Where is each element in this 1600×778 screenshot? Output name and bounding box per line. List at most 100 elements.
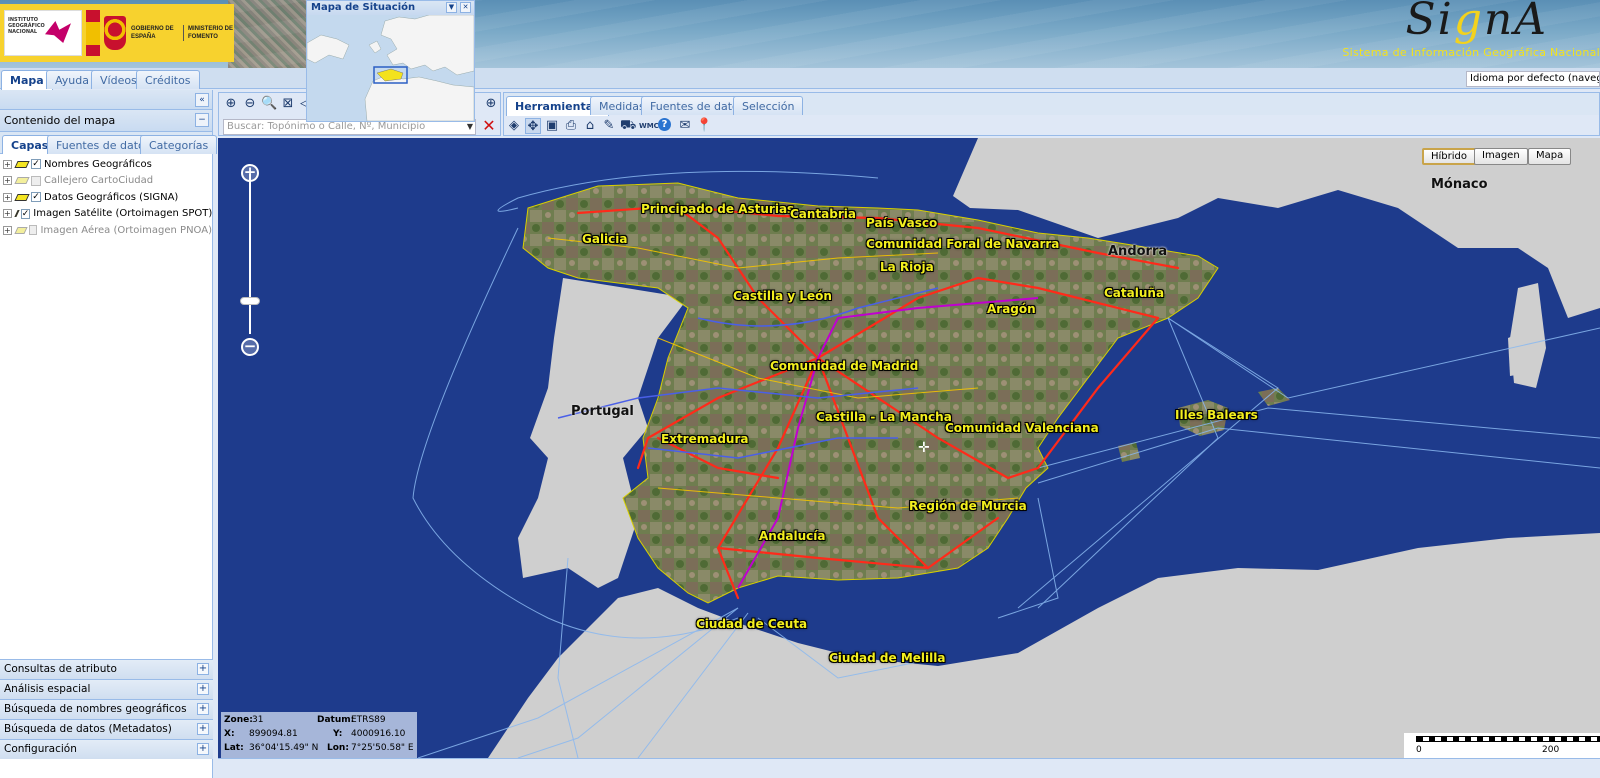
expand-plus-icon[interactable]: +	[197, 743, 209, 755]
panel-title-row: Contenido del mapa −	[0, 110, 212, 132]
gobierno-logo-text: GOBIERNO DE ESPAÑA	[131, 26, 174, 40]
app-title: SignA	[1405, 0, 1548, 45]
layer-tree: + ✓ Nombres Geográficos + Callejero CartoCi…	[0, 154, 212, 659]
layer-icon	[14, 177, 30, 185]
expand-icon[interactable]: +	[3, 209, 12, 219]
close-icon[interactable]: ✕	[460, 2, 471, 13]
tab-mapa[interactable]: Mapa	[1, 70, 53, 90]
chevron-down-icon[interactable]: ▼	[446, 2, 457, 13]
language-select[interactable]: Idioma por defecto (navegador)	[1466, 71, 1600, 87]
label-illes-balears: Illes Balears	[1175, 408, 1258, 422]
expand-plus-icon[interactable]: +	[197, 663, 209, 675]
accordion-configuracion[interactable]: Configuración +	[0, 739, 213, 759]
pin-icon[interactable]: 📍	[696, 118, 712, 134]
zoom-track[interactable]	[249, 174, 251, 334]
expand-icon[interactable]: +	[3, 192, 12, 202]
left-panel-collapse-bar: «	[0, 90, 212, 110]
home-icon[interactable]: ⌂	[582, 118, 598, 134]
help-icon[interactable]: ?	[658, 118, 671, 131]
layer-icon	[14, 193, 30, 201]
save-icon[interactable]: ▣	[544, 118, 560, 134]
layer-item[interactable]: + Callejero CartoCiudad	[0, 173, 212, 190]
label-extremadura: Extremadura	[661, 432, 749, 446]
layer-checkbox[interactable]: ✓	[31, 192, 41, 203]
expand-icon[interactable]: +	[3, 159, 12, 169]
layer-item[interactable]: + ✓ Nombres Geográficos	[0, 156, 212, 173]
zoom-out-icon[interactable]: ⊖	[242, 96, 258, 112]
layer-item[interactable]: + ✓ Datos Geográficos (SIGNA)	[0, 189, 212, 206]
layer-icon	[14, 160, 30, 168]
expand-icon[interactable]: +	[3, 176, 12, 186]
layer-checkbox[interactable]	[28, 225, 38, 236]
layer-item[interactable]: + ✓ Imagen Satélite (Ortoimagen SPOT)	[0, 206, 212, 223]
signa-app: INSTITUTO GEOGRÁFICO NACIONAL GOBIERNO D…	[0, 0, 1600, 778]
accordion-label: Búsqueda de nombres geográficos	[4, 703, 187, 715]
map-viewport[interactable]: + − Híbrido Imagen Mapa Principado de As…	[218, 138, 1600, 758]
search-zoom-icon[interactable]: ⊕	[483, 96, 499, 112]
layer-checkbox[interactable]: ✓	[20, 208, 31, 219]
label-asturias: Principado de Asturias	[641, 202, 795, 216]
zoom-handle[interactable]	[240, 297, 260, 305]
scale-bar: 0 200	[1404, 733, 1600, 758]
mail-icon[interactable]: ✉	[677, 118, 693, 134]
accordion-busqueda-nombres[interactable]: Búsqueda de nombres geográficos +	[0, 699, 213, 719]
app-subtitle: Sistema de Información Geográfica Nacion…	[1342, 46, 1600, 59]
image-button[interactable]: Imagen	[1474, 148, 1528, 165]
app-title-accent: g	[1453, 0, 1484, 45]
situation-map-image[interactable]	[306, 14, 475, 122]
zoom-in-icon[interactable]: ⊕	[223, 96, 239, 112]
ign-logo-text: INSTITUTO GEOGRÁFICO NACIONAL	[8, 17, 45, 35]
datum-label: Datum:	[317, 715, 355, 725]
zoom-box-icon[interactable]: 🔍	[261, 96, 277, 112]
contents-tab-bar: Capas Fuentes de datos Categorías	[0, 132, 218, 155]
expand-plus-icon[interactable]: +	[197, 683, 209, 695]
layer-checkbox[interactable]	[31, 175, 41, 186]
zoom-in-icon[interactable]: +	[241, 164, 259, 182]
expand-plus-icon[interactable]: +	[197, 703, 209, 715]
cars-icon[interactable]: ⛟	[620, 118, 636, 134]
accordion-analisis-espacial[interactable]: Análisis espacial +	[0, 679, 213, 699]
accordion-label: Configuración	[4, 743, 77, 755]
ign-logo: INSTITUTO GEOGRÁFICO NACIONAL	[4, 10, 82, 56]
tool-icon-row: ◈ ✥ ▣ ⎙ ⌂ ✎ ⛟ WMC ? ✉ 📍	[504, 116, 1599, 136]
pan-icon[interactable]: ✥	[525, 118, 541, 134]
zoom-extent-icon[interactable]: ⊠	[280, 96, 296, 112]
map-button[interactable]: Mapa	[1528, 148, 1572, 165]
y-label: Y:	[333, 729, 343, 739]
layer-item[interactable]: + Imagen Aérea (Ortoimagen PNOA)	[0, 222, 212, 239]
layers-icon[interactable]: ◈	[506, 118, 522, 134]
hybrid-button[interactable]: Híbrido	[1422, 148, 1477, 165]
accordion-busqueda-metadatos[interactable]: Búsqueda de datos (Metadatos) +	[0, 719, 213, 739]
tools-toolbar: Herramientas Medidas Fuentes de datos Se…	[503, 92, 1600, 136]
lon-value: 7°25'50.58" E	[351, 743, 414, 753]
app-title-text: SignA	[1405, 0, 1548, 45]
label-portugal: Portugal	[571, 404, 634, 419]
clear-search-icon[interactable]: ✕	[481, 118, 497, 134]
minimize-icon[interactable]: −	[195, 113, 209, 127]
label-monaco: Mónaco	[1431, 177, 1488, 192]
accordion-consultas-atributo[interactable]: Consultas de atributo +	[0, 659, 213, 679]
expand-plus-icon[interactable]: +	[197, 723, 209, 735]
wmc-icon[interactable]: WMC	[639, 118, 659, 134]
expand-icon[interactable]: +	[3, 225, 12, 235]
tab-creditos[interactable]: Créditos	[136, 70, 200, 89]
main-tab-bar: Mapa Ayuda Vídeos Créditos Idioma por de…	[0, 68, 1600, 90]
draw-icon[interactable]: ✎	[601, 118, 617, 134]
situation-map-window[interactable]: Mapa de Situación ▼ ✕	[306, 0, 475, 122]
scale-mid: 200	[1542, 745, 1560, 755]
layer-checkbox[interactable]: ✓	[31, 159, 41, 170]
collapse-left-icon[interactable]: «	[195, 93, 209, 107]
layer-label: Imagen Satélite (Ortoimagen SPOT)	[33, 208, 213, 220]
zoom-out-icon[interactable]: −	[241, 338, 259, 356]
accordion-label: Consultas de atributo	[4, 663, 117, 675]
tab-seleccion[interactable]: Selección	[733, 96, 804, 115]
tab-categorias[interactable]: Categorías	[140, 135, 218, 154]
print-icon[interactable]: ⎙	[563, 118, 579, 134]
institutional-logos[interactable]: INSTITUTO GEOGRÁFICO NACIONAL GOBIERNO D…	[0, 4, 234, 62]
coat-of-arms-icon	[104, 16, 126, 50]
label-cantabria: Cantabria	[790, 207, 856, 221]
zoom-slider[interactable]: + −	[239, 162, 261, 356]
label-ceuta: Ciudad de Ceuta	[696, 617, 808, 631]
map-canvas[interactable]	[218, 138, 1600, 758]
layer-label: Datos Geográficos (SIGNA)	[44, 191, 179, 203]
